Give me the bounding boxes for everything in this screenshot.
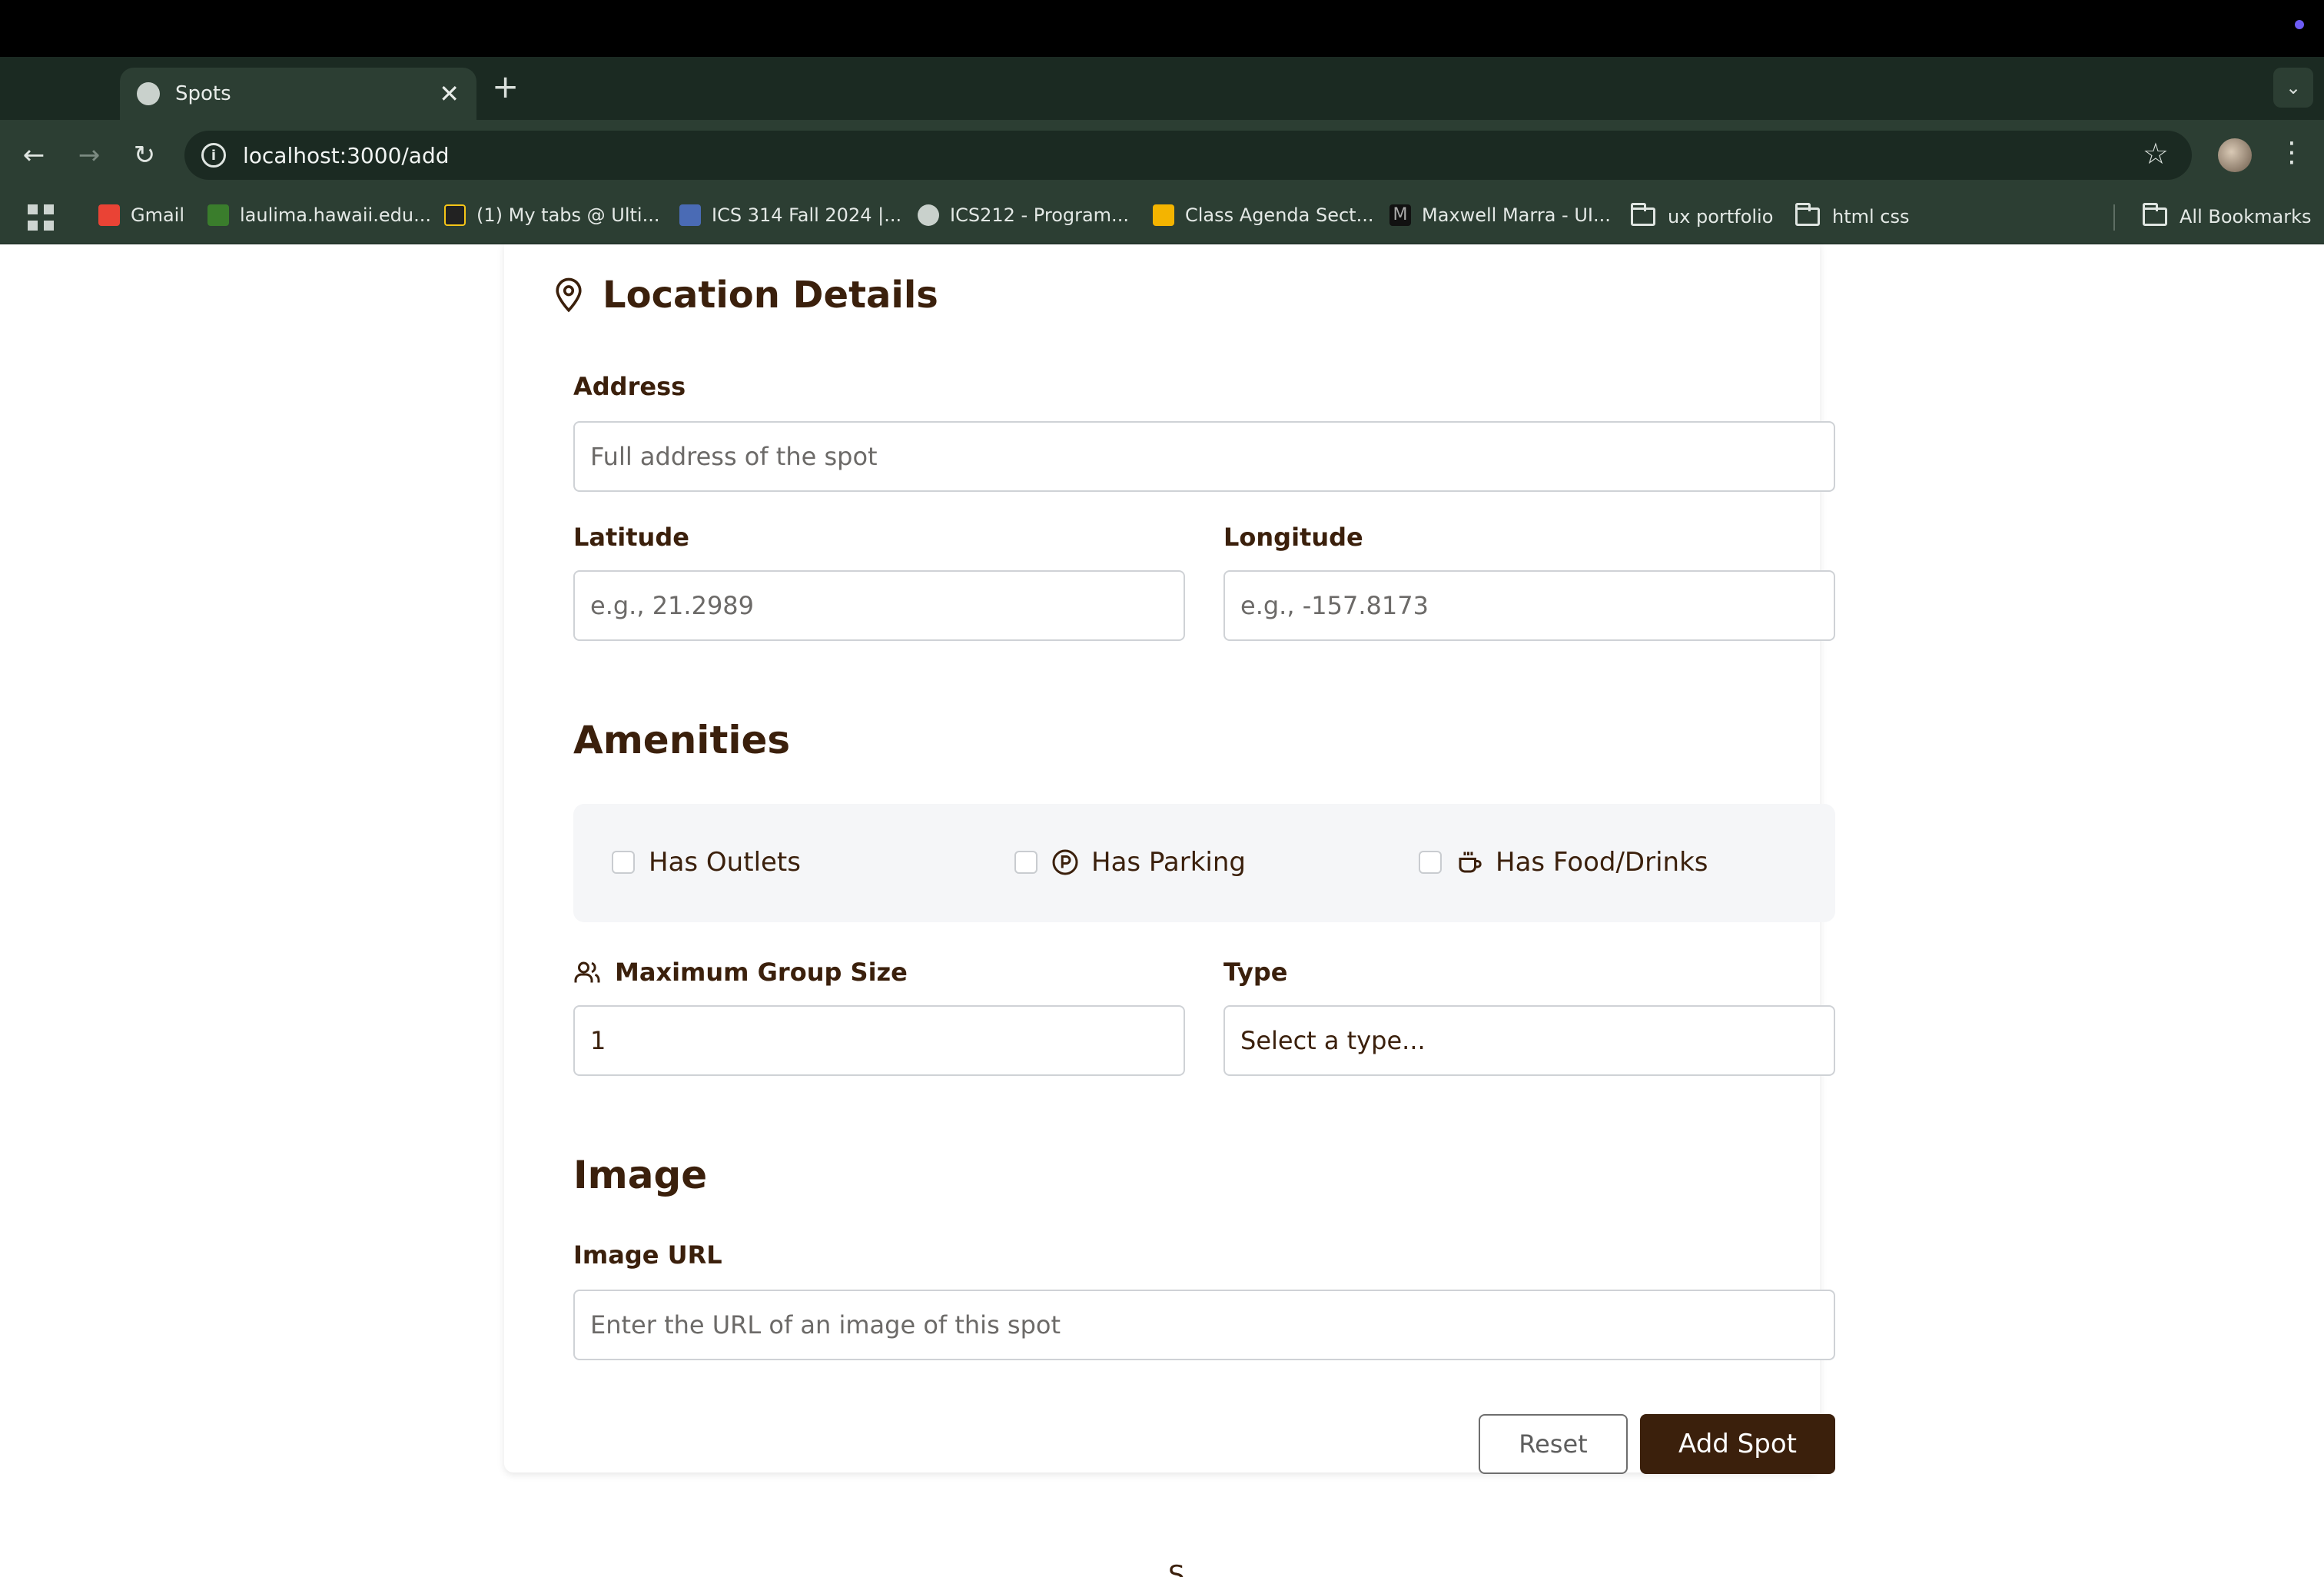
bookmark-maxwell-marra[interactable]: M Maxwell Marra - UI...	[1389, 204, 1611, 226]
has-parking-option[interactable]: Has Parking	[1014, 839, 1246, 885]
bookmark-label: laulima.hawaii.edu...	[240, 204, 431, 226]
tab-strip: Spots ✕ + ⌄	[0, 57, 2324, 120]
has-outlets-option[interactable]: Has Outlets	[612, 839, 801, 885]
globe-icon	[918, 204, 939, 226]
address-bar[interactable]: i localhost:3000/add ☆	[184, 131, 2192, 180]
status-dot-icon	[2295, 20, 2304, 29]
label-text: Maximum Group Size	[615, 958, 908, 987]
longitude-input[interactable]	[1223, 570, 1835, 641]
image-url-label: Image URL	[573, 1240, 722, 1270]
laulima-icon	[208, 204, 229, 226]
tab-title: Spots	[175, 82, 231, 105]
browser-toolbar: ← → ↻ i localhost:3000/add ☆	[0, 120, 2324, 191]
bookmark-label: html css	[1832, 206, 1910, 227]
gmail-icon	[98, 204, 120, 226]
close-icon[interactable]: ✕	[439, 81, 460, 106]
bookmark-label: Gmail	[131, 204, 185, 226]
folder-icon	[1795, 203, 1820, 226]
bookmark-folder-html-css[interactable]: html css	[1795, 203, 1910, 227]
bookmark-laulima[interactable]: laulima.hawaii.edu...	[208, 204, 431, 226]
has-food-label: Has Food/Drinks	[1496, 847, 1708, 878]
reload-button[interactable]: ↻	[126, 137, 163, 174]
bookmark-label: ux portfolio	[1668, 206, 1774, 227]
new-tab-button[interactable]: +	[492, 71, 519, 103]
apps-grid-icon[interactable]	[28, 204, 54, 231]
type-select[interactable]: Select a type...	[1223, 1005, 1835, 1076]
tab-search-button[interactable]: ⌄	[2273, 68, 2313, 108]
max-group-size-input[interactable]	[573, 1005, 1185, 1076]
amenities-heading: Amenities	[573, 718, 791, 762]
longitude-label: Longitude	[1223, 523, 1363, 552]
back-button[interactable]: ←	[15, 137, 52, 174]
parking-icon	[1052, 849, 1078, 875]
has-outlets-checkbox[interactable]	[612, 851, 635, 874]
folder-icon	[2143, 203, 2167, 226]
add-spot-button[interactable]: Add Spot	[1640, 1414, 1835, 1474]
folder-icon	[1631, 203, 1655, 226]
all-bookmarks-button[interactable]: All Bookmarks	[2143, 203, 2312, 227]
more-menu-icon[interactable]: ⋮	[2278, 137, 2306, 168]
bookmark-label: ICS212 - Program...	[950, 204, 1129, 226]
maxwell-marra-icon: M	[1389, 204, 1411, 226]
profile-avatar[interactable]	[2218, 138, 2252, 172]
reset-button[interactable]: Reset	[1479, 1414, 1628, 1474]
bookmark-label: Class Agenda Sect...	[1185, 204, 1374, 226]
bookmark-gmail[interactable]: Gmail	[98, 204, 184, 226]
has-outlets-label: Has Outlets	[649, 847, 801, 878]
bookmark-class-agenda[interactable]: Class Agenda Sect...	[1153, 204, 1373, 226]
footer-text-peek: S	[1168, 1560, 1185, 1577]
image-heading: Image	[573, 1153, 708, 1197]
map-pin-icon	[556, 277, 582, 313]
location-details-heading: Location Details	[553, 274, 938, 317]
has-parking-label: Has Parking	[1091, 847, 1246, 878]
add-spot-label: Add Spot	[1678, 1429, 1797, 1459]
ultimate-guitar-icon	[444, 204, 466, 226]
bookmark-ultimate-guitar[interactable]: (1) My tabs @ Ulti...	[444, 204, 659, 226]
image-url-input[interactable]	[573, 1290, 1835, 1360]
site-info-icon[interactable]: i	[201, 143, 226, 168]
os-menu-bar	[0, 0, 2324, 57]
address-input[interactable]	[573, 421, 1835, 492]
bookmark-ics212[interactable]: ICS212 - Program...	[918, 204, 1129, 226]
heading-text: Location Details	[603, 274, 938, 317]
has-food-checkbox[interactable]	[1419, 851, 1442, 874]
reset-label: Reset	[1519, 1429, 1588, 1459]
tab-spots[interactable]: Spots ✕	[120, 68, 476, 120]
type-label: Type	[1223, 958, 1288, 987]
bookmark-label: All Bookmarks	[2180, 206, 2312, 227]
bookmark-label: (1) My tabs @ Ulti...	[476, 204, 660, 226]
type-select-value: Select a type...	[1240, 1026, 1426, 1055]
globe-icon	[137, 82, 160, 105]
forward-button[interactable]: →	[71, 137, 108, 174]
ics314-icon	[679, 204, 701, 226]
bookmark-star-icon[interactable]: ☆	[2143, 137, 2169, 171]
address-label: Address	[573, 372, 686, 401]
bookmark-label: Maxwell Marra - UI...	[1422, 204, 1611, 226]
slides-icon	[1153, 204, 1174, 226]
url-text: localhost:3000/add	[243, 142, 450, 168]
bookmarks-divider	[2113, 204, 2115, 231]
bookmark-folder-ux-portfolio[interactable]: ux portfolio	[1631, 203, 1774, 227]
bookmark-label: ICS 314 Fall 2024 |...	[712, 204, 902, 226]
latitude-input[interactable]	[573, 570, 1185, 641]
bookmark-ics314[interactable]: ICS 314 Fall 2024 |...	[679, 204, 901, 226]
latitude-label: Latitude	[573, 523, 689, 552]
max-group-size-label: Maximum Group Size	[573, 958, 908, 987]
coffee-cup-icon	[1459, 852, 1482, 873]
users-icon	[574, 961, 600, 983]
has-food-option[interactable]: Has Food/Drinks	[1419, 839, 1708, 885]
has-parking-checkbox[interactable]	[1014, 851, 1038, 874]
